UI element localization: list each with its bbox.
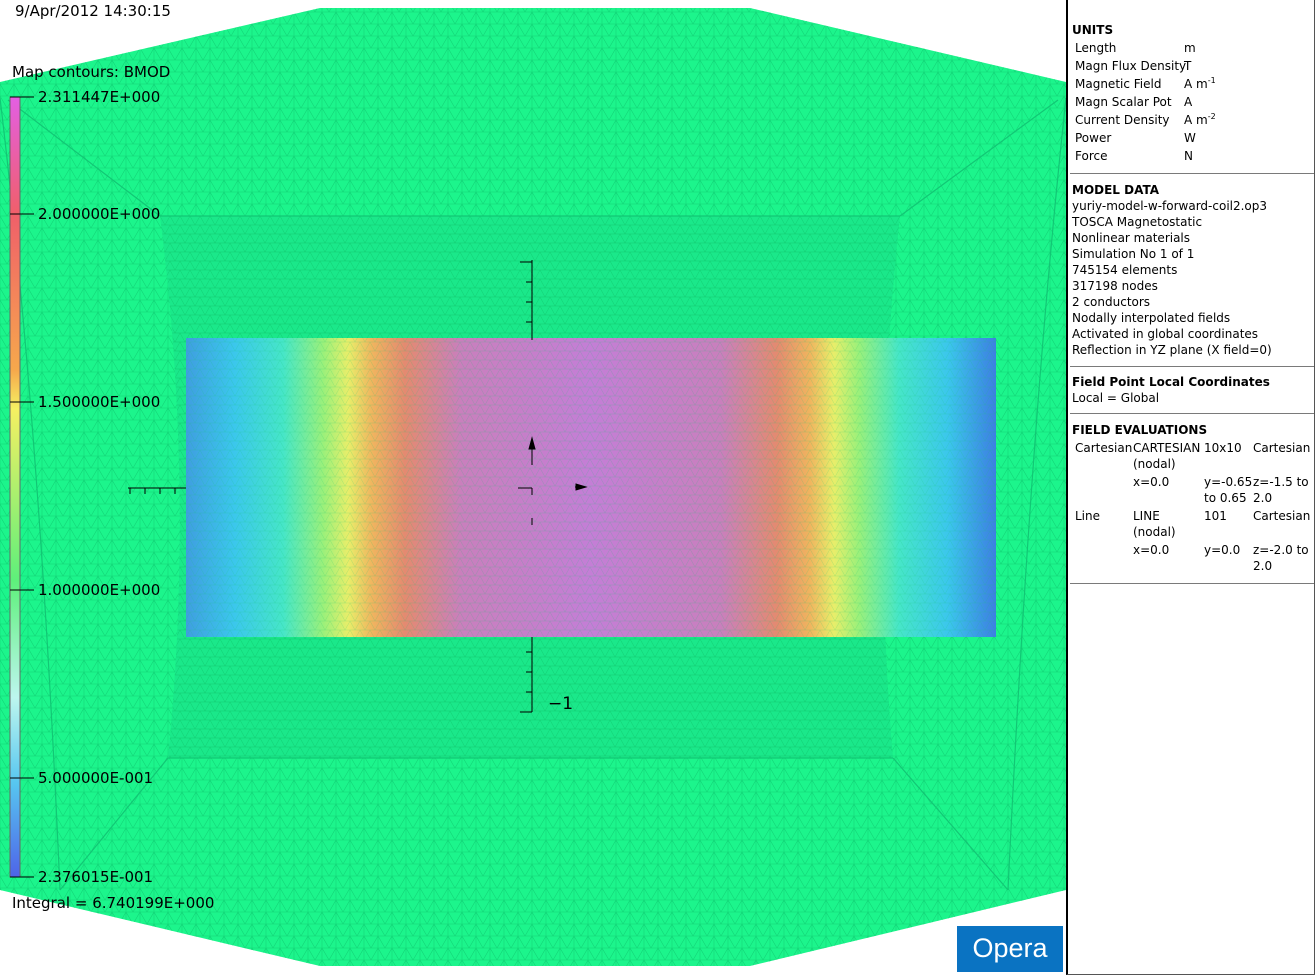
3d-viewport[interactable]: 9/Apr/2012 14:30:15 Map contours: BMOD 2… <box>0 0 1066 975</box>
fe-cell: 2.0 <box>1253 559 1273 573</box>
fe-cell: Cartesian <box>1253 441 1311 455</box>
map-contours-title: Map contours: BMOD <box>12 63 171 81</box>
model-canvas[interactable] <box>0 0 1066 975</box>
model-data-line: Nodally interpolated fields <box>1072 311 1231 325</box>
fe-cell: x=0.0 <box>1133 543 1170 557</box>
timestamp: 9/Apr/2012 14:30:15 <box>15 2 171 20</box>
opera-logo: Opera <box>957 926 1063 972</box>
units-row: Length m <box>1075 41 1196 55</box>
fe-cell: LINE <box>1133 509 1160 523</box>
units-section: UNITS Length m Magn Flux Density T Magneti… <box>1072 22 1312 165</box>
field-evaluations-section: FIELD EVALUATIONS Cartesian CARTESIAN 10… <box>1072 422 1312 582</box>
fe-cell: (nodal) <box>1133 457 1176 471</box>
units-title: UNITS <box>1072 23 1114 37</box>
legend-tick-label: 1.000000E+000 <box>38 581 161 599</box>
units-row: Force N <box>1075 149 1193 163</box>
axis-tick-label: −1 <box>548 694 574 714</box>
model-data-line: 745154 elements <box>1072 263 1178 277</box>
units-row: Magn Flux Density T <box>1075 59 1192 73</box>
fe-cell: Line <box>1075 509 1101 523</box>
legend-tick-label: 1.500000E+000 <box>38 393 161 411</box>
field-point-value: Local = Global <box>1072 391 1160 405</box>
field-point-section: Field Point Local Coordinates Local = Gl… <box>1072 374 1312 406</box>
units-row: Power W <box>1075 131 1196 145</box>
fe-cell: Cartesian <box>1253 509 1311 523</box>
fe-cell: 101 <box>1204 509 1227 523</box>
units-row: Magn Scalar Pot A <box>1075 95 1193 109</box>
fe-cell: CARTESIAN <box>1133 441 1201 455</box>
field-evaluations-table: Cartesian CARTESIAN 10x10 Cartesian (nod… <box>1072 440 1312 580</box>
legend-max-label: 2.311447E+000 <box>38 88 161 106</box>
model-data-line: yuriy-model-w-forward-coil2.op3 <box>1072 199 1268 213</box>
fe-cell: y=0.0 <box>1204 543 1241 557</box>
fe-cell: (nodal) <box>1133 525 1176 539</box>
legend-tick-label: 2.000000E+000 <box>38 205 161 223</box>
fe-cell: z=-1.5 to <box>1253 475 1309 489</box>
fe-cell: Cartesian <box>1075 441 1133 455</box>
integral-value: Integral = 6.740199E+000 <box>12 894 215 912</box>
model-data-section: MODEL DATA yuriy-model-w-forward-coil2.o… <box>1072 182 1312 358</box>
legend-tick-label: 5.000000E-001 <box>38 769 154 787</box>
model-data-line: 317198 nodes <box>1072 279 1158 293</box>
model-data-line: Nonlinear materials <box>1072 231 1191 245</box>
separator <box>1070 583 1314 584</box>
model-data-line: Reflection in YZ plane (X field=0) <box>1072 343 1272 357</box>
model-data-line: Activated in global coordinates <box>1072 327 1259 341</box>
field-point-title: Field Point Local Coordinates <box>1072 375 1270 389</box>
model-data-title: MODEL DATA <box>1072 183 1159 197</box>
fe-cell: z=-2.0 to <box>1253 543 1309 557</box>
fe-cell: 2.0 <box>1253 491 1273 505</box>
fe-cell: to 0.65 <box>1204 491 1247 505</box>
separator <box>1070 413 1314 414</box>
fe-cell: y=-0.65 <box>1204 475 1253 489</box>
separator <box>1070 366 1314 367</box>
model-data-line: Simulation No 1 of 1 <box>1072 247 1195 261</box>
units-row: Current Density A m-2 <box>1075 112 1216 128</box>
units-row: Magnetic Field A m-1 <box>1075 76 1216 92</box>
model-data-line: 2 conductors <box>1072 295 1151 309</box>
legend-min-label: 2.376015E-001 <box>38 868 154 886</box>
fe-cell: 10x10 <box>1204 441 1242 455</box>
field-evaluations-title: FIELD EVALUATIONS <box>1072 423 1208 437</box>
fe-cell: x=0.0 <box>1133 475 1170 489</box>
model-data-line: TOSCA Magnetostatic <box>1072 215 1203 229</box>
separator <box>1070 173 1314 174</box>
info-panel: UNITS Length m Magn Flux Density T Magneti… <box>1066 0 1315 975</box>
